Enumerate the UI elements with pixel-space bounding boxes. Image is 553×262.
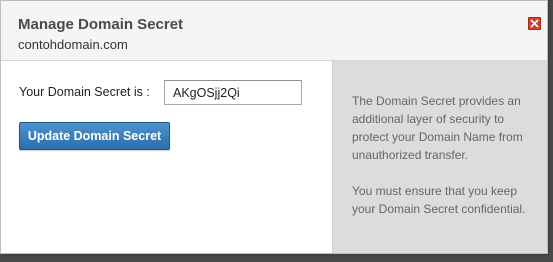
info-pane: The Domain Secret provides an additional… (332, 61, 547, 253)
domain-secret-label: Your Domain Secret is : (19, 85, 150, 99)
dialog-title: Manage Domain Secret (18, 16, 184, 33)
close-x-icon (530, 19, 539, 28)
info-paragraph-confidential: You must ensure that you keep your Domai… (352, 184, 526, 216)
info-text: The Domain Secret provides an additional… (352, 92, 542, 218)
domain-secret-input[interactable] (164, 80, 302, 105)
info-paragraph-security: The Domain Secret provides an additional… (352, 94, 523, 162)
domain-name: contohdomain.com (18, 37, 128, 52)
close-button[interactable] (528, 17, 541, 30)
manage-domain-secret-dialog: Manage Domain Secret contohdomain.com Yo… (0, 0, 548, 254)
update-domain-secret-button[interactable]: Update Domain Secret (19, 122, 170, 150)
secret-form-pane: Your Domain Secret is : Update Domain Se… (1, 61, 332, 253)
dialog-header: Manage Domain Secret contohdomain.com (1, 1, 547, 61)
